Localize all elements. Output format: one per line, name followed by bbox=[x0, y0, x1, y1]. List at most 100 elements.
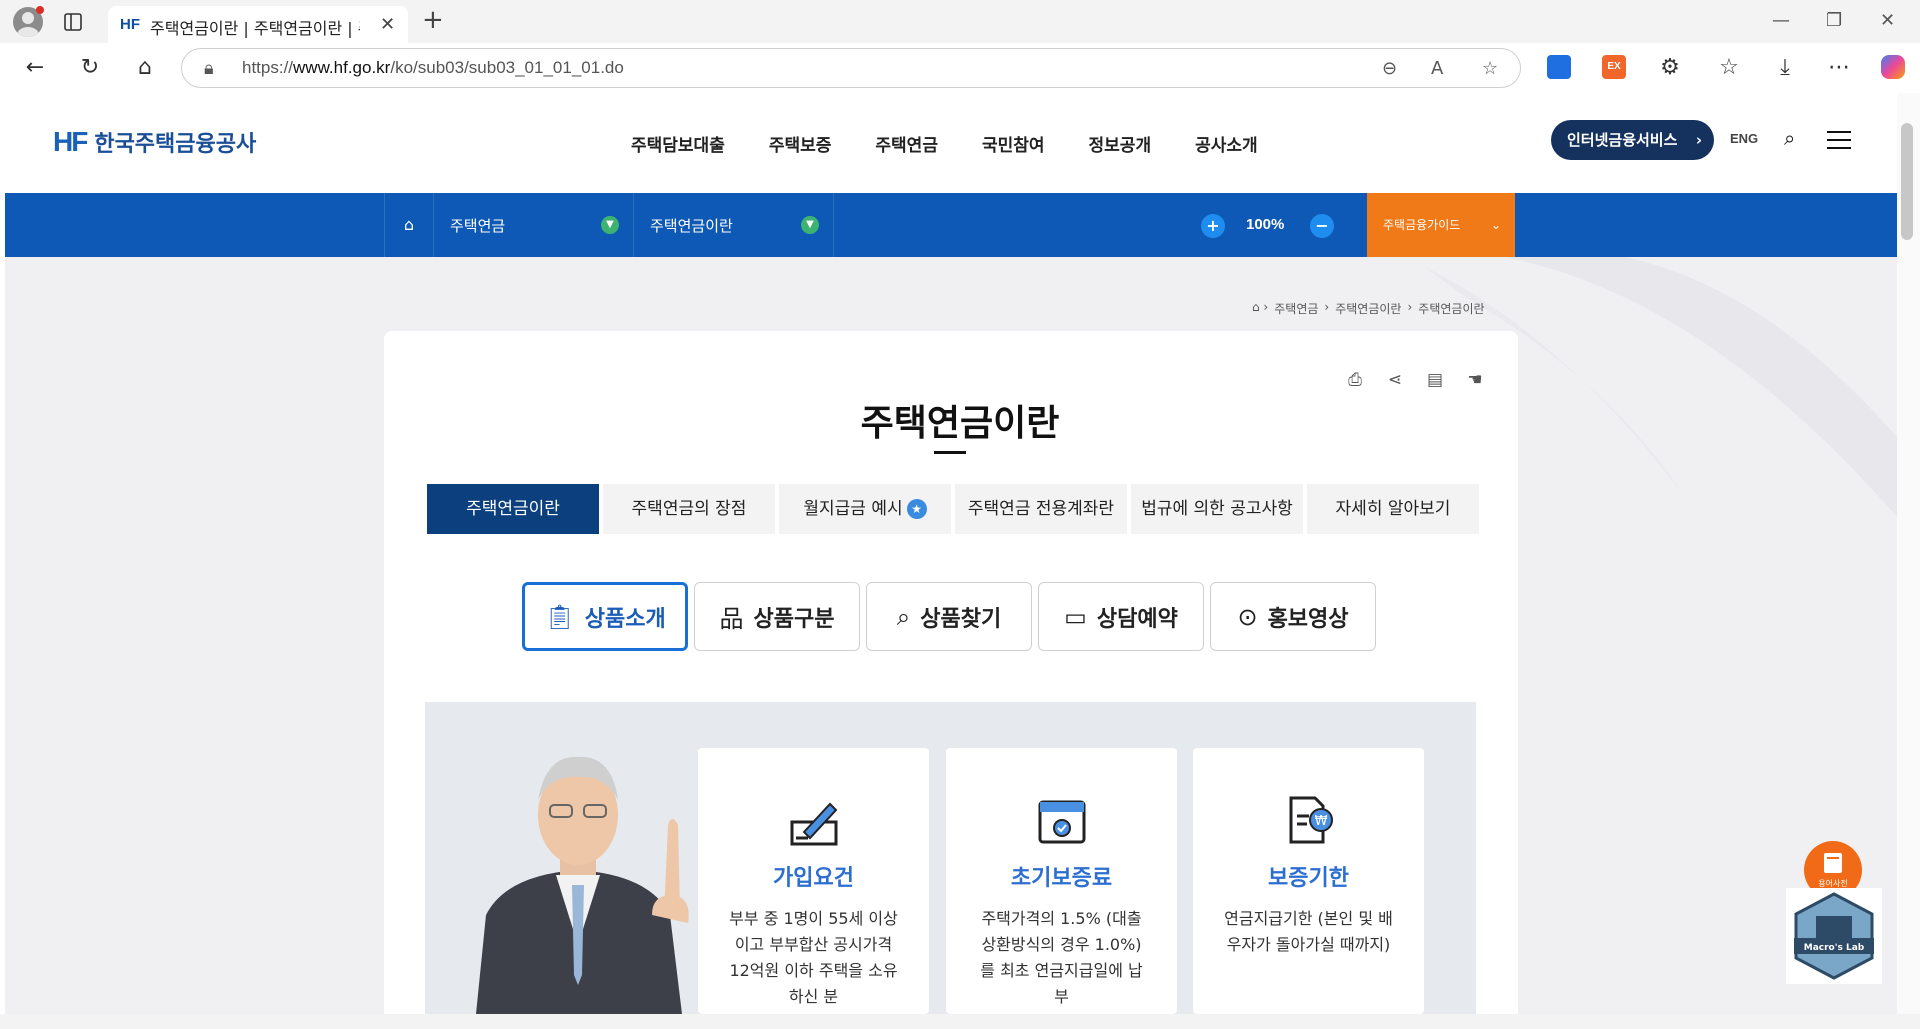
chat-icon: ▭ bbox=[1064, 602, 1087, 631]
hamburger-menu-icon[interactable] bbox=[1827, 131, 1851, 155]
card-text: 주택가격의 1.5% (대출상환방식의 경우 1.0%)를 최초 연금지급일에 … bbox=[980, 909, 1143, 1006]
gnb-item-housing-guarantee[interactable]: 주택보증 bbox=[769, 131, 832, 156]
logo-text: 한국주택금융공사 bbox=[94, 132, 257, 157]
favorite-star-icon[interactable]: ☆ bbox=[1482, 58, 1498, 79]
tab-learn-more[interactable]: 자세히 알아보기 bbox=[1307, 484, 1479, 534]
gnb-item-mortgage-loan[interactable]: 주택담보대출 bbox=[631, 131, 725, 156]
refresh-icon[interactable]: ↻ bbox=[76, 54, 104, 82]
macros-lab-badge: Macro's Lab bbox=[1786, 888, 1882, 984]
gnb-item-information-disclosure[interactable]: 정보공개 bbox=[1089, 131, 1152, 156]
favorites-icon[interactable]: ☆ bbox=[1715, 54, 1743, 82]
site-header: HF 한국주택금융공사 주택담보대출 주택보증 주택연금 국민참여 정보공개 공… bbox=[5, 93, 1897, 193]
hand-gesture-icon[interactable]: ☚ bbox=[1465, 370, 1485, 390]
chevron-down-icon: ⌄ bbox=[1490, 218, 1501, 232]
new-tab-icon[interactable]: + bbox=[422, 5, 444, 35]
tab-actions-icon[interactable] bbox=[62, 11, 84, 33]
read-aloud-icon[interactable]: A bbox=[1431, 58, 1443, 79]
address-bar[interactable]: 🔒︎ https://www.hf.go.kr/ko/sub03/sub03_0… bbox=[181, 48, 1521, 88]
card-title: 초기보증료 bbox=[1010, 866, 1113, 891]
card-text: 부부 중 1명이 55세 이상이고 부부합산 공시가격 12억원 이하 주택을 … bbox=[729, 909, 898, 1006]
breadcrumb-home-icon[interactable]: ⌂ › bbox=[1252, 300, 1268, 317]
tab-title: 주택연금이란 | 주택연금이란 | 주 bbox=[150, 19, 360, 38]
tab-advantages[interactable]: 주택연금의 장점 bbox=[603, 484, 775, 534]
zoom-out-button[interactable]: − bbox=[1310, 214, 1334, 238]
browser-tab[interactable]: HF 주택연금이란 | 주택연금이란 | 주 ✕ bbox=[108, 6, 408, 43]
breadcrumb-item[interactable]: 주택연금 bbox=[1274, 300, 1318, 317]
segment-product-types[interactable]: 品 상품구분 bbox=[694, 582, 860, 651]
segment-label: 홍보영상 bbox=[1267, 606, 1349, 632]
tab-dedicated-account[interactable]: 주택연금 전용계좌란 bbox=[955, 484, 1127, 534]
scrollbar-thumb[interactable] bbox=[1901, 123, 1913, 240]
segment-label: 상품구분 bbox=[753, 606, 835, 632]
chevron-down-icon: ▼ bbox=[801, 216, 819, 234]
search-icon[interactable]: ⌕ bbox=[1784, 126, 1795, 150]
segment-promo-video[interactable]: ⊙ 홍보영상 bbox=[1210, 582, 1376, 651]
back-icon[interactable]: ← bbox=[21, 54, 49, 82]
tab-monthly-label: 월지급금 예시 bbox=[803, 499, 903, 519]
home-icon[interactable]: ⌂ bbox=[131, 54, 159, 82]
print-icon[interactable]: ⎙ bbox=[1345, 370, 1365, 390]
copilot-icon[interactable] bbox=[1881, 55, 1905, 79]
browser-toolbar: ← ↻ ⌂ 🔒︎ https://www.hf.go.kr/ko/sub03/s… bbox=[0, 43, 1920, 93]
depth1-select[interactable]: 주택연금 ▼ bbox=[434, 193, 634, 257]
segment-product-intro[interactable]: 📋︎ 상품소개 bbox=[522, 582, 688, 651]
document-icon[interactable]: ▤ bbox=[1425, 370, 1445, 390]
title-underline bbox=[934, 451, 966, 454]
hf-logo[interactable]: HF 한국주택금융공사 bbox=[53, 126, 256, 158]
info-card-guarantee-period: ₩ 보증기한 연금지급기한 (본인 및 배우자가 돌아가실 때까지) bbox=[1193, 748, 1424, 1014]
segment-product-search[interactable]: ⌕ 상품찾기 bbox=[866, 582, 1032, 651]
svg-text:₩: ₩ bbox=[1315, 814, 1328, 829]
shield-extension-icon[interactable] bbox=[1547, 55, 1571, 79]
breadcrumb-item[interactable]: 주택연금이란 bbox=[1335, 300, 1401, 317]
breadcrumb-item[interactable]: 주택연금이란 bbox=[1418, 300, 1484, 317]
eng-language-link[interactable]: ENG bbox=[1730, 131, 1758, 146]
lock-icon[interactable]: 🔒︎ bbox=[204, 58, 214, 79]
notification-dot-icon bbox=[36, 6, 44, 14]
tab-monthly-payment-example[interactable]: 월지급금 예시 ★ bbox=[779, 484, 951, 534]
housing-finance-guide-button[interactable]: 주택금융가이드 ⌄ bbox=[1367, 193, 1515, 257]
guide-label: 주택금융가이드 bbox=[1383, 218, 1461, 232]
extensions-puzzle-icon[interactable]: ⚙ bbox=[1656, 54, 1684, 82]
tab-housing-pension-intro[interactable]: 주택연금이란 bbox=[427, 484, 599, 534]
breadcrumb: ⌂ › 주택연금 › 주택연금이란 › 주택연금이란 bbox=[1252, 300, 1485, 317]
segment-consultation[interactable]: ▭ 상담예약 bbox=[1038, 582, 1204, 651]
gnb-item-public-participation[interactable]: 국민참여 bbox=[982, 131, 1045, 156]
tab-legal-notices[interactable]: 법규에 의한 공고사항 bbox=[1131, 484, 1303, 534]
downloads-icon[interactable]: ⤓ bbox=[1771, 54, 1799, 82]
page-tabs: 주택연금이란 주택연금의 장점 월지급금 예시 ★ 주택연금 전용계좌란 법규에 … bbox=[427, 484, 1479, 534]
chevron-right-icon: › bbox=[1695, 131, 1702, 149]
gnb-item-about[interactable]: 공사소개 bbox=[1195, 131, 1258, 156]
depth2-select[interactable]: 주택연금이란 ▼ bbox=[634, 193, 834, 257]
more-options-icon[interactable]: ⋯ bbox=[1825, 54, 1853, 82]
macros-lab-logo: Macro's Lab bbox=[1794, 892, 1874, 980]
internet-service-button[interactable]: 인터넷금융서비스 › bbox=[1551, 120, 1714, 160]
segment-label: 상품찾기 bbox=[920, 606, 1002, 632]
card-title: 보증기한 bbox=[1268, 866, 1349, 891]
depth1-label: 주택연금 bbox=[450, 217, 506, 235]
depth2-label: 주택연금이란 bbox=[650, 217, 733, 235]
restore-icon[interactable]: ❐ bbox=[1826, 10, 1842, 31]
signing-pen-icon bbox=[790, 802, 838, 846]
ex-extension-icon[interactable]: EX bbox=[1602, 55, 1626, 79]
sub-navigation-bar: ⌂ 주택연금 ▼ 주택연금이란 ▼ + 100% − 주택금융가이드 ⌄ bbox=[5, 193, 1897, 257]
gnb-item-housing-pension[interactable]: 주택연금 bbox=[875, 131, 938, 156]
book-icon bbox=[1824, 853, 1842, 873]
card-text: 연금지급기한 (본인 및 배우자가 돌아가실 때까지) bbox=[1224, 909, 1393, 954]
minimize-icon[interactable]: — bbox=[1772, 10, 1790, 31]
info-card-initial-fee: 초기보증료 주택가격의 1.5% (대출상환방식의 경우 1.0%)를 최초 연… bbox=[946, 748, 1177, 1014]
internet-service-label: 인터넷금융서비스 bbox=[1567, 131, 1678, 149]
zoom-out-icon[interactable]: ⊖ bbox=[1382, 58, 1397, 79]
share-icon[interactable]: ⋖ bbox=[1385, 370, 1405, 390]
card-title: 가입요건 bbox=[773, 866, 854, 891]
hierarchy-icon: 品 bbox=[719, 605, 744, 633]
utility-icons: ⎙ ⋖ ▤ ☚ bbox=[1345, 370, 1485, 390]
home-icon[interactable]: ⌂ bbox=[384, 193, 434, 257]
info-card-eligibility: 가입요건 부부 중 1명이 55세 이상이고 부부합산 공시가격 12억원 이하… bbox=[698, 748, 929, 1014]
url-text[interactable]: https://www.hf.go.kr/ko/sub03/sub03_01_0… bbox=[242, 58, 624, 78]
zoom-in-button[interactable]: + bbox=[1201, 214, 1225, 238]
tab-close-icon[interactable]: ✕ bbox=[380, 14, 395, 35]
close-window-icon[interactable]: ✕ bbox=[1880, 10, 1895, 31]
browser-tab-strip: HF 주택연금이란 | 주택연금이란 | 주 ✕ + — ❐ ✕ bbox=[0, 0, 1920, 43]
segment-buttons: 📋︎ 상품소개 品 상품구분 ⌕ 상품찾기 ▭ 상담예약 ⊙ 홍보영상 bbox=[522, 582, 1376, 651]
chevron-down-icon: ▼ bbox=[601, 216, 619, 234]
